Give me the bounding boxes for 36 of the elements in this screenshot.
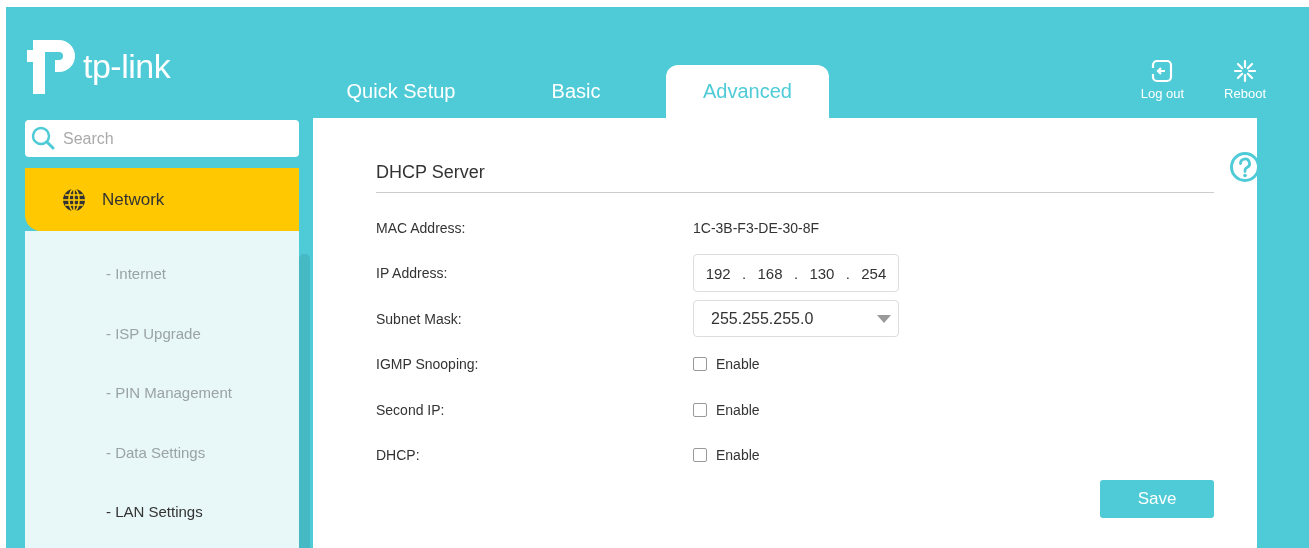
nav-tab[interactable]: Advanced xyxy=(666,65,829,118)
reboot-button[interactable]: Reboot xyxy=(1224,59,1266,101)
reboot-icon xyxy=(1233,59,1258,83)
sidebar-subitem[interactable]: - Internet xyxy=(25,244,299,304)
ip-address-field[interactable]: 192 . 168 . 130 . 254 xyxy=(693,254,899,293)
field-label: DHCP: xyxy=(376,447,421,464)
checkbox-label[interactable]: Enable xyxy=(716,447,760,464)
save-button[interactable]: Save xyxy=(1100,480,1214,518)
checkbox[interactable] xyxy=(693,357,707,372)
sidebar-subitem[interactable]: - ISP Upgrade xyxy=(25,303,299,363)
section-title: DHCP Server xyxy=(376,162,1214,193)
subnet-mask-select[interactable]: 255.255.255.0 xyxy=(693,300,899,338)
checkbox-label[interactable]: Enable xyxy=(716,356,760,373)
sidebar-subitem[interactable]: - LAN Settings xyxy=(25,482,299,542)
scrollbar[interactable] xyxy=(299,254,310,548)
logout-icon xyxy=(1150,59,1175,83)
field-value: 1C-3B-F3-DE-30-8F xyxy=(693,219,820,236)
nav-tab[interactable]: Basic xyxy=(511,65,641,118)
globe-icon xyxy=(62,187,86,212)
sidebar-subitem[interactable]: - Data Settings xyxy=(25,422,299,482)
field-label: Second IP: xyxy=(376,401,446,418)
checkbox-label[interactable]: Enable xyxy=(716,401,760,418)
field-label: Subnet Mask: xyxy=(376,310,463,327)
logout-button[interactable]: Log out xyxy=(1140,59,1185,101)
nav-tab[interactable]: Quick Setup xyxy=(341,65,461,118)
logo-text: tp-link xyxy=(83,47,171,86)
sidebar-subitem[interactable]: - PIN Management xyxy=(25,363,299,423)
sidebar-item[interactable]: Network xyxy=(25,168,299,231)
field-label: MAC Address: xyxy=(376,219,467,236)
caret-icon xyxy=(877,314,891,323)
field-label: IGMP Snooping: xyxy=(376,356,480,373)
search-field[interactable]: Search xyxy=(25,120,299,157)
field-label: IP Address: xyxy=(376,265,449,282)
checkbox[interactable] xyxy=(693,402,707,417)
search-icon xyxy=(31,126,55,150)
checkbox[interactable] xyxy=(693,448,707,463)
